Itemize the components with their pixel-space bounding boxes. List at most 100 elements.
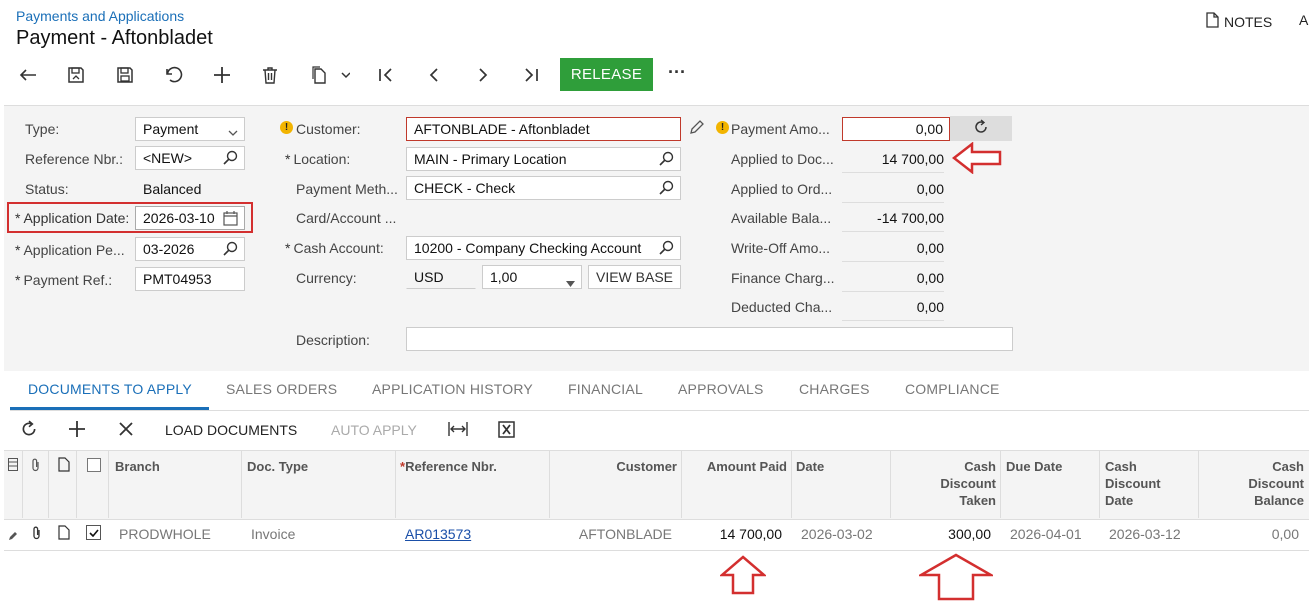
more-menu-button[interactable]: ··· <box>668 62 686 83</box>
col-customer[interactable]: Customer <box>600 458 677 475</box>
column-divider <box>241 450 242 518</box>
col-cash-discount-date[interactable]: Cash Discount Date <box>1105 458 1175 509</box>
description-label: Description: <box>296 332 370 348</box>
breadcrumb[interactable]: Payments and Applications <box>16 8 184 24</box>
search-icon[interactable] <box>659 180 674 198</box>
cash-account-value: 10200 - Company Checking Account <box>414 240 642 256</box>
search-icon[interactable] <box>223 241 238 259</box>
cell-customer[interactable]: AFTONBLADE <box>560 526 672 542</box>
cell-reference-nbr-link[interactable]: AR013573 <box>405 526 471 542</box>
tab-documents-to-apply[interactable]: DOCUMENTS TO APPLY <box>28 381 192 397</box>
applied-to-orders-label: Applied to Ord... <box>731 181 833 197</box>
last-record-icon[interactable] <box>519 63 543 87</box>
calendar-icon[interactable] <box>223 211 238 229</box>
export-excel-icon[interactable] <box>498 421 515 441</box>
tab-application-history[interactable]: APPLICATION HISTORY <box>372 381 533 397</box>
col-doc-type[interactable]: Doc. Type <box>247 458 308 475</box>
application-period-label: Application Pe... <box>15 242 124 258</box>
notes-button[interactable]: NOTES <box>1206 12 1272 31</box>
description-input[interactable] <box>406 327 1013 351</box>
tab-approvals[interactable]: APPROVALS <box>678 381 764 397</box>
add-row-icon[interactable] <box>68 420 86 441</box>
cell-cash-discount-date[interactable]: 2026-03-12 <box>1109 526 1181 542</box>
customer-input[interactable]: AFTONBLADE - Aftonbladet <box>406 117 681 141</box>
currency-rate-select[interactable]: 1,00 <box>482 265 582 289</box>
cell-doc-type[interactable]: Invoice <box>251 526 295 542</box>
add-icon[interactable] <box>210 63 234 87</box>
reference-nbr-input[interactable]: <NEW> <box>135 146 245 170</box>
refresh-button[interactable] <box>950 116 1012 141</box>
cell-due-date[interactable]: 2026-04-01 <box>1010 526 1082 542</box>
payment-ref-label: Payment Ref.: <box>15 272 112 288</box>
cell-cash-discount-taken[interactable]: 300,00 <box>900 526 991 542</box>
note-icon <box>58 457 70 475</box>
cash-account-label: Cash Account: <box>285 240 383 256</box>
annotation-arrow-up <box>720 555 766 595</box>
column-divider <box>48 450 49 518</box>
status-value: Balanced <box>143 181 202 197</box>
payment-method-input[interactable]: CHECK - Check <box>406 176 681 200</box>
col-reference-nbr[interactable]: *Reference Nbr. <box>400 458 497 475</box>
tab-sales-orders[interactable]: SALES ORDERS <box>226 381 337 397</box>
column-divider <box>681 450 682 518</box>
chevron-down-icon <box>228 124 238 140</box>
column-divider <box>22 450 23 518</box>
column-divider <box>1000 450 1001 518</box>
col-date[interactable]: Date <box>796 458 824 475</box>
edit-pencil-icon[interactable] <box>689 120 704 138</box>
previous-record-icon[interactable] <box>422 63 446 87</box>
search-icon[interactable] <box>659 240 674 258</box>
cell-branch[interactable]: PRODWHOLE <box>119 526 211 542</box>
refresh-icon[interactable] <box>20 420 38 441</box>
type-select[interactable]: Payment <box>135 117 245 141</box>
load-documents-button[interactable]: LOAD DOCUMENTS <box>165 422 297 438</box>
save-close-icon[interactable] <box>64 63 88 87</box>
column-divider <box>76 450 77 518</box>
view-base-button[interactable]: VIEW BASE <box>588 265 681 289</box>
col-cash-discount-taken[interactable]: Cash Discount Taken <box>930 458 996 509</box>
col-branch[interactable]: Branch <box>115 458 160 475</box>
reference-nbr-value: <NEW> <box>143 150 193 166</box>
col-cash-discount-balance[interactable]: Cash Discount Balance <box>1236 458 1304 509</box>
status-label: Status: <box>25 181 69 197</box>
activities-button-truncated[interactable]: A <box>1299 12 1308 28</box>
fit-columns-icon[interactable] <box>448 421 468 440</box>
undo-icon[interactable] <box>161 63 185 87</box>
active-tab-indicator <box>10 407 209 410</box>
save-icon[interactable] <box>113 63 137 87</box>
location-label: Location: <box>285 151 350 167</box>
cash-account-input[interactable]: 10200 - Company Checking Account <box>406 236 681 260</box>
currency-rate-value: 1,00 <box>490 269 518 285</box>
payment-amount-input[interactable]: 0,00 <box>842 117 950 141</box>
attachment-icon[interactable] <box>31 526 43 543</box>
col-due-date[interactable]: Due Date <box>1006 458 1062 475</box>
column-divider <box>1198 450 1199 518</box>
col-amount-paid[interactable]: Amount Paid <box>690 458 787 475</box>
next-record-icon[interactable] <box>471 63 495 87</box>
copy-paste-icon[interactable] <box>306 63 354 87</box>
delete-icon[interactable] <box>258 63 282 87</box>
payment-ref-input[interactable]: PMT04953 <box>135 267 245 291</box>
search-icon[interactable] <box>223 150 238 168</box>
tab-charges[interactable]: CHARGES <box>799 381 870 397</box>
application-date-input[interactable]: 2026-03-10 <box>135 206 245 230</box>
customer-label: Customer: <box>296 121 361 137</box>
tab-financial[interactable]: FINANCIAL <box>568 381 643 397</box>
cell-cash-discount-balance[interactable]: 0,00 <box>1210 526 1299 542</box>
search-icon[interactable] <box>659 151 674 169</box>
location-input[interactable]: MAIN - Primary Location <box>406 147 681 171</box>
release-button[interactable]: RELEASE <box>560 58 653 91</box>
first-record-icon[interactable] <box>374 63 398 87</box>
row-checkbox[interactable] <box>86 525 101 540</box>
type-value: Payment <box>143 121 199 137</box>
select-all-checkbox[interactable] <box>87 458 101 472</box>
application-period-input[interactable]: 03-2026 <box>135 237 245 261</box>
applied-to-documents-value: 14 700,00 <box>842 151 944 173</box>
note-icon[interactable] <box>58 525 70 543</box>
tab-compliance[interactable]: COMPLIANCE <box>905 381 1000 397</box>
back-icon[interactable] <box>16 63 40 87</box>
auto-apply-button[interactable]: AUTO APPLY <box>331 422 417 438</box>
cell-date[interactable]: 2026-03-02 <box>801 526 873 542</box>
delete-row-icon[interactable] <box>118 421 134 440</box>
cell-amount-paid[interactable]: 14 700,00 <box>690 526 782 542</box>
